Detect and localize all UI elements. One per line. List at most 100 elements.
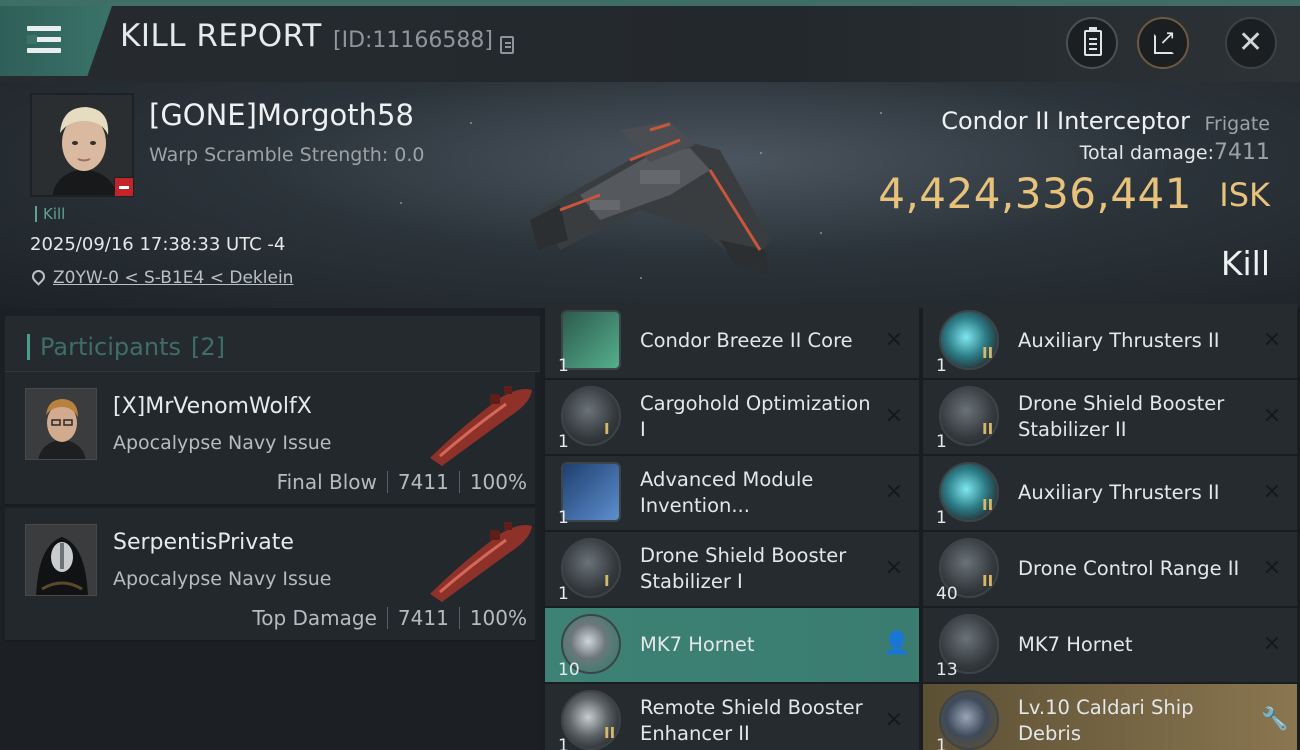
tech-level-badge: I <box>604 572 610 590</box>
item-row[interactable]: 1 I Drone Shield Booster Stabilizer I × <box>545 532 919 606</box>
menu-icon <box>27 26 61 31</box>
weapon-icon <box>430 386 532 466</box>
star <box>400 202 402 204</box>
item-row-dropped[interactable]: 10 MK7 Hornet 👤 <box>545 608 919 682</box>
weapon-icon <box>430 522 532 602</box>
victim-banner: [GONE]Morgoth58 Warp Scramble Strength: … <box>0 82 1300 308</box>
item-name: Condor Breeze II Core <box>640 329 853 352</box>
avatar[interactable] <box>25 388 97 460</box>
destroyed-icon: × <box>884 707 904 732</box>
minus-badge <box>114 177 134 197</box>
item-row-salvage[interactable]: 1 Lv.10 Caldari Ship Debris 🔧 <box>923 684 1297 750</box>
item-row[interactable]: 1 II Auxiliary Thrusters II × <box>923 304 1297 378</box>
star <box>880 112 882 114</box>
destroyed-icon: × <box>1262 479 1282 504</box>
items-grid: 1 Condor Breeze II Core × 1 II Auxiliary… <box>545 304 1300 750</box>
destroyed-icon: × <box>1262 631 1282 656</box>
participant-damage: 7411 <box>397 470 449 494</box>
participants-label: Participants <box>40 333 181 361</box>
item-name: Drone Control Range II <box>1018 557 1240 580</box>
destroyed-icon: × <box>884 327 904 352</box>
blueprint-icon <box>561 462 621 522</box>
item-quantity: 1 <box>936 508 947 528</box>
ship-name[interactable]: Condor II Interceptor <box>941 107 1190 135</box>
item-name: Advanced Module Invention... <box>640 468 814 517</box>
item-row[interactable]: 1 II Remote Shield Booster Enhancer II × <box>545 684 919 750</box>
destroyed-icon: × <box>884 479 904 504</box>
item-row[interactable]: 1 I Cargohold Optimization I × <box>545 380 919 454</box>
item-name: Drone Shield Booster Stabilizer I <box>640 544 847 593</box>
total-damage-label: Total damage: <box>1079 142 1214 164</box>
avatar[interactable] <box>25 524 97 596</box>
header-accent-bar <box>27 334 30 360</box>
participant-ship: Apocalypse Navy Issue <box>113 568 332 590</box>
close-button[interactable]: ✕ <box>1225 17 1277 69</box>
item-row[interactable]: 13 MK7 Hornet × <box>923 608 1297 682</box>
participant-stats: Final Blow 7411 100% <box>277 470 527 494</box>
kill-datetime: 2025/09/16 17:38:33 UTC -4 <box>30 234 286 255</box>
location-link[interactable]: Z0YW-0 < S-B1E4 < Deklein <box>53 268 293 288</box>
tech-level-badge: II <box>982 420 994 438</box>
item-row[interactable]: 1 Condor Breeze II Core × <box>545 304 919 378</box>
close-icon: ✕ <box>1238 25 1264 60</box>
item-name: Auxiliary Thrusters II <box>1018 329 1220 352</box>
menu-icon-bar <box>27 48 61 53</box>
item-row[interactable]: 40 II Drone Control Range II × <box>923 532 1297 606</box>
item-name: Lv.10 Caldari Ship Debris <box>1018 696 1194 745</box>
result-label: Kill <box>1220 244 1270 283</box>
cargohold-icon <box>561 386 621 446</box>
copy-icon[interactable] <box>500 36 514 54</box>
item-quantity: 1 <box>558 432 569 452</box>
location-pin-icon <box>29 267 48 286</box>
item-quantity: 1 <box>936 432 947 452</box>
participant-role: Final Blow <box>276 470 377 494</box>
item-quantity: 1 <box>558 356 569 376</box>
page-title: KILL REPORT <box>120 18 322 54</box>
item-quantity: 1 <box>558 736 569 750</box>
tech-level-badge: II <box>982 344 994 362</box>
victim-name[interactable]: [GONE]Morgoth58 <box>149 98 414 132</box>
item-name: Auxiliary Thrusters II <box>1018 481 1220 504</box>
divider <box>458 471 460 493</box>
kill-tag: Kill <box>35 206 65 222</box>
star <box>470 122 472 124</box>
divider <box>386 471 388 493</box>
clipboard-icon <box>1084 27 1102 56</box>
item-quantity: 1 <box>558 508 569 528</box>
item-quantity: 10 <box>558 660 580 680</box>
debris-icon <box>939 690 999 750</box>
participant-damage: 7411 <box>397 606 449 630</box>
tech-level-badge: II <box>604 724 616 742</box>
total-damage-value: 7411 <box>1214 140 1270 165</box>
item-name: Cargohold Optimization I <box>640 392 871 441</box>
menu-icon-notch <box>27 35 37 44</box>
participants-header: Participants [2] <box>5 316 540 372</box>
destroyed-icon: × <box>884 403 904 428</box>
item-row[interactable]: 1 Advanced Module Invention... × <box>545 456 919 530</box>
report-id: [ID:11166588] <box>333 28 493 53</box>
item-quantity: 1 <box>558 584 569 604</box>
isk-value: 4,424,336,441 <box>878 169 1192 218</box>
participant-name[interactable]: SerpentisPrivate <box>113 530 294 555</box>
item-name: MK7 Hornet <box>640 633 755 656</box>
item-row[interactable]: 1 II Auxiliary Thrusters II × <box>923 456 1297 530</box>
participants-panel: Participants [2] [X]MrVenomWolfX Apocaly… <box>0 308 540 750</box>
ship-image[interactable] <box>520 100 780 290</box>
report-button[interactable] <box>1066 17 1118 69</box>
ship-core-icon <box>561 310 621 370</box>
share-button[interactable] <box>1137 17 1189 69</box>
destroyed-icon: × <box>1262 327 1282 352</box>
destroyed-icon: × <box>884 555 904 580</box>
item-row[interactable]: 1 II Drone Shield Booster Stabilizer II … <box>923 380 1297 454</box>
share-icon <box>1154 25 1176 54</box>
item-name: MK7 Hornet <box>1018 633 1133 656</box>
ship-class: Frigate <box>1204 113 1270 135</box>
participant-row[interactable]: SerpentisPrivate Apocalypse Navy Issue T… <box>5 508 535 642</box>
participant-row[interactable]: [X]MrVenomWolfX Apocalypse Navy Issue Fi… <box>5 372 535 506</box>
warp-scramble-strength: Warp Scramble Strength: 0.0 <box>149 144 425 166</box>
star <box>820 232 822 234</box>
participant-stats: Top Damage 7411 100% <box>252 606 527 630</box>
tech-level-badge: II <box>982 572 994 590</box>
participant-name[interactable]: [X]MrVenomWolfX <box>113 394 312 419</box>
tech-level-badge: I <box>604 420 610 438</box>
